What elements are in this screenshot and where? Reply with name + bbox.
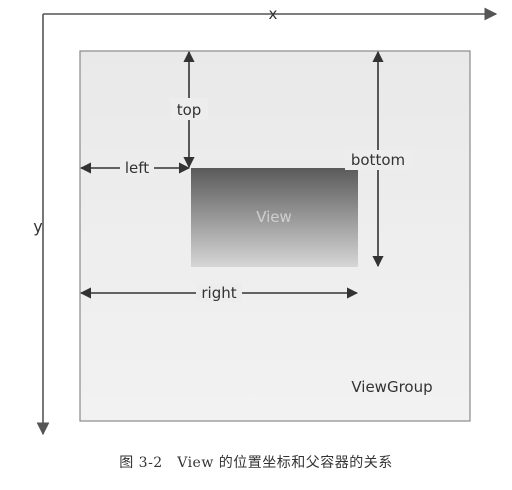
- bottom-label: bottom: [351, 151, 405, 169]
- view-label: View: [256, 208, 292, 226]
- top-label: top: [177, 101, 202, 119]
- left-label: left: [125, 159, 149, 177]
- y-axis-label: y: [33, 217, 42, 236]
- right-label: right: [201, 284, 236, 302]
- x-axis-label: x: [269, 5, 278, 23]
- view-group-label: ViewGroup: [351, 378, 432, 396]
- coordinate-diagram: x y ViewGroup View top left bottom right: [33, 5, 498, 436]
- figure-caption: 图 3-2 View 的位置坐标和父容器的关系: [119, 455, 393, 471]
